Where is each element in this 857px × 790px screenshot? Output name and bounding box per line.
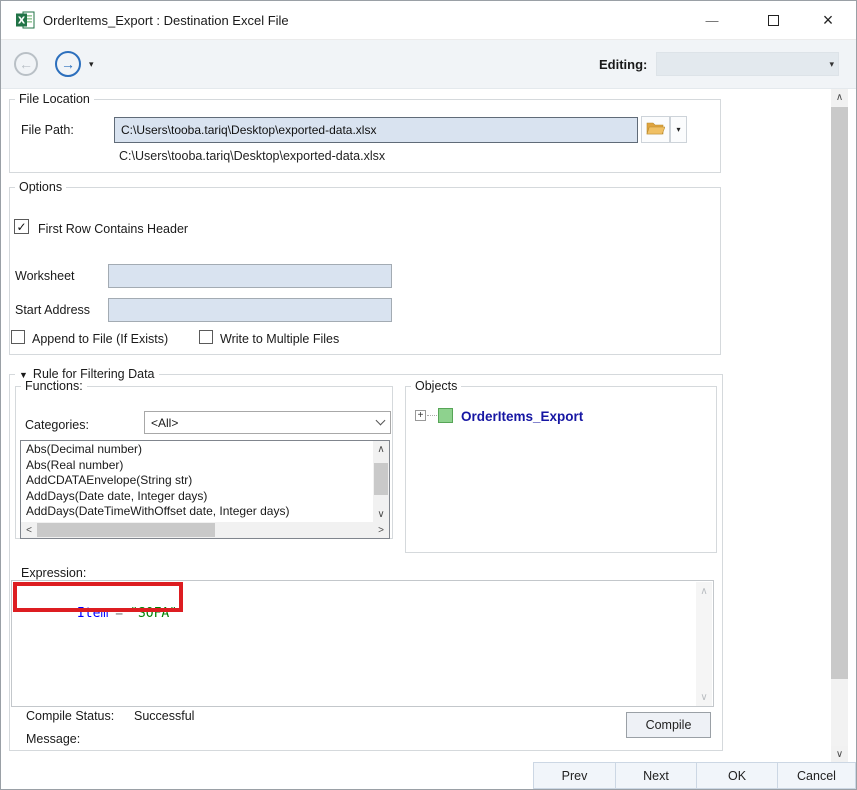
editing-combobox[interactable]: ▾ xyxy=(656,52,839,76)
options-group-label: Options xyxy=(15,181,66,195)
list-item[interactable]: AddCDATAEnvelope(String str) xyxy=(21,473,372,489)
ok-button[interactable]: OK xyxy=(696,762,778,789)
compile-button[interactable]: Compile xyxy=(626,712,711,738)
forward-dropdown-caret-icon[interactable]: ▾ xyxy=(89,59,94,70)
first-row-header-label: First Row Contains Header xyxy=(38,222,188,236)
folder-icon xyxy=(646,121,665,139)
editing-combobox-caret-icon: ▾ xyxy=(829,59,834,70)
close-icon[interactable]: × xyxy=(807,1,849,39)
main-scrollbar-thumb[interactable] xyxy=(831,107,848,679)
start-address-input-wrap xyxy=(108,298,392,322)
tree-object-icon xyxy=(438,408,453,423)
dialog-window: X OrderItems_Export : Destination Excel … xyxy=(0,0,857,790)
expression-scroll-down-icon[interactable]: ∨ xyxy=(696,690,712,704)
functions-group-label: Functions: xyxy=(21,380,87,394)
forward-arrow-icon[interactable]: → xyxy=(55,51,81,77)
browse-folder-button[interactable] xyxy=(641,116,670,143)
back-arrow-icon[interactable]: ← xyxy=(14,52,38,76)
first-row-header-checkbox[interactable]: ✓ xyxy=(14,219,29,234)
title-bar: X OrderItems_Export : Destination Excel … xyxy=(1,1,856,39)
expression-label: Expression: xyxy=(21,566,86,580)
compile-status-value: Successful xyxy=(134,709,194,723)
red-annotation-box xyxy=(13,582,183,612)
file-path-input[interactable] xyxy=(115,118,637,142)
compile-status-label: Compile Status: xyxy=(26,709,114,723)
append-to-file-label: Append to File (If Exists) xyxy=(32,332,168,346)
functions-hscrollbar-thumb[interactable] xyxy=(37,523,215,537)
append-to-file-checkbox[interactable] xyxy=(11,330,25,344)
functions-scroll-right-icon[interactable]: > xyxy=(373,522,389,538)
write-multiple-files-checkbox[interactable] xyxy=(199,330,213,344)
functions-vscrollbar[interactable]: ∧ ∨ xyxy=(373,441,389,522)
start-address-input[interactable] xyxy=(109,299,391,321)
check-icon: ✓ xyxy=(16,221,26,233)
file-path-echo-text: C:\Users\tooba.tariq\Desktop\exported-da… xyxy=(119,149,385,163)
expression-vscrollbar[interactable]: ∧ ∨ xyxy=(696,582,712,706)
functions-scroll-down-icon[interactable]: ∨ xyxy=(373,506,389,522)
list-item[interactable]: AddDays(Date date, Integer days) xyxy=(21,489,372,505)
file-location-group-label: File Location xyxy=(15,93,94,107)
categories-chevron-down-icon xyxy=(376,416,386,426)
compile-message-label: Message: xyxy=(26,732,80,746)
write-multiple-files-label: Write to Multiple Files xyxy=(220,332,339,346)
editing-label: Editing: xyxy=(599,58,647,73)
minimize-icon[interactable]: — xyxy=(691,1,733,39)
excel-app-icon: X xyxy=(16,10,36,35)
functions-scroll-left-icon[interactable]: < xyxy=(21,522,37,538)
file-path-input-wrap xyxy=(114,117,638,143)
list-item[interactable]: Abs(Decimal number) xyxy=(21,442,372,458)
file-path-label: File Path: xyxy=(21,123,74,137)
maximize-box-glyph xyxy=(768,15,779,26)
main-scroll-up-icon[interactable]: ∧ xyxy=(831,89,848,106)
list-item[interactable]: AddDays(DateTimeWithOffset date, Integer… xyxy=(21,504,372,520)
functions-listbox[interactable]: Abs(Decimal number)Abs(Real number)AddCD… xyxy=(20,440,390,539)
maximize-icon[interactable] xyxy=(752,1,794,39)
tree-expander-icon[interactable]: + xyxy=(415,410,426,421)
window-title: OrderItems_Export : Destination Excel Fi… xyxy=(43,13,289,28)
categories-combobox[interactable]: <All> xyxy=(144,411,391,434)
list-item[interactable]: Abs(Real number) xyxy=(21,458,372,474)
functions-list: Abs(Decimal number)Abs(Real number)AddCD… xyxy=(21,442,372,521)
browse-dropdown-caret-icon[interactable]: ▾ xyxy=(670,116,687,143)
cancel-button[interactable]: Cancel xyxy=(777,762,856,789)
prev-button[interactable]: Prev xyxy=(533,762,616,789)
objects-group-label: Objects xyxy=(411,380,461,394)
worksheet-label: Worksheet xyxy=(15,269,75,283)
categories-label: Categories: xyxy=(25,418,89,432)
main-scroll-down-icon[interactable]: ∨ xyxy=(831,746,848,763)
svg-text:X: X xyxy=(18,16,26,27)
worksheet-input[interactable] xyxy=(109,265,391,287)
functions-scroll-up-icon[interactable]: ∧ xyxy=(373,441,389,457)
tree-connector-line xyxy=(427,415,437,416)
start-address-label: Start Address xyxy=(15,303,90,317)
worksheet-input-wrap xyxy=(108,264,392,288)
expression-scroll-up-icon[interactable]: ∧ xyxy=(696,584,712,598)
tree-item-orderitems-export[interactable]: OrderItems_Export xyxy=(461,409,583,424)
functions-hscrollbar[interactable]: < > xyxy=(21,522,389,538)
categories-combobox-value: <All> xyxy=(151,416,178,430)
next-button[interactable]: Next xyxy=(615,762,697,789)
functions-vscrollbar-thumb[interactable] xyxy=(374,463,388,495)
